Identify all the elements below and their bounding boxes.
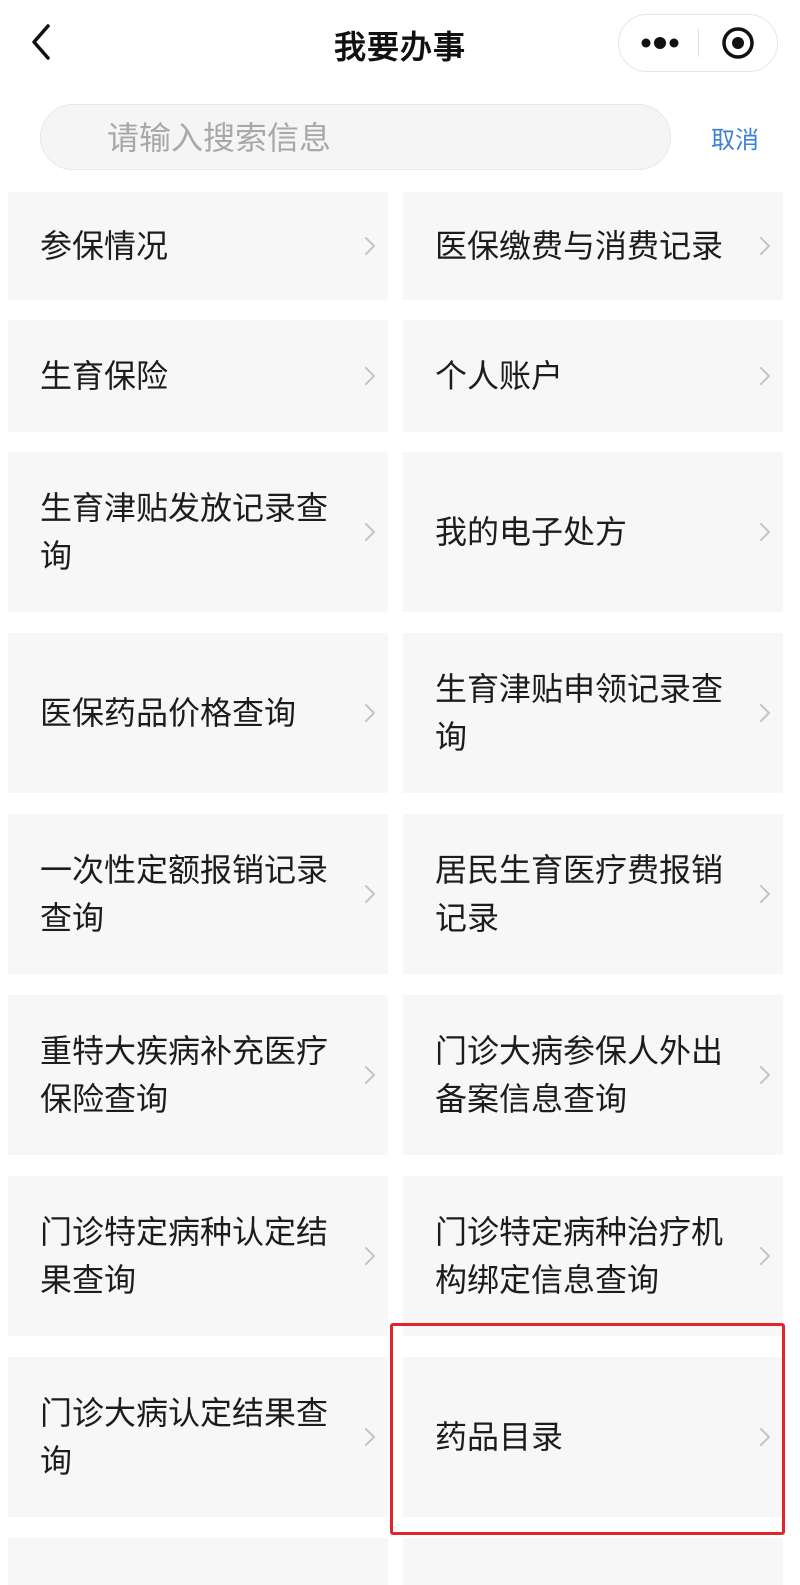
- chevron-right-icon: [365, 367, 375, 385]
- chevron-right-icon: [760, 1066, 770, 1084]
- service-card[interactable]: 药品目录: [403, 1357, 783, 1517]
- service-card-partial[interactable]: [403, 1538, 783, 1585]
- chevron-right-icon: [760, 237, 770, 255]
- service-card[interactable]: 医保缴费与消费记录: [403, 192, 783, 300]
- chevron-right-icon: [760, 1247, 770, 1265]
- service-label: 医保药品价格查询: [40, 694, 297, 732]
- service-label: 药品目录: [435, 1418, 564, 1456]
- more-button[interactable]: [619, 15, 698, 71]
- chevron-right-icon: [760, 523, 770, 541]
- service-card-partial[interactable]: [8, 1538, 388, 1585]
- chevron-right-icon: [365, 704, 375, 722]
- target-close-icon: [722, 27, 754, 59]
- service-label: 生育津贴发放记录查询: [40, 489, 329, 575]
- chevron-right-icon: [760, 367, 770, 385]
- service-card[interactable]: 一次性定额报销记录查询: [8, 814, 388, 974]
- service-label: 重特大疾病补充医疗保险查询: [40, 1032, 329, 1118]
- service-label: 门诊大病参保人外出备案信息查询: [435, 1032, 724, 1118]
- service-card[interactable]: 门诊大病认定结果查询: [8, 1357, 388, 1517]
- capsule-menu: [618, 14, 778, 72]
- service-card[interactable]: 参保情况: [8, 192, 388, 300]
- service-card[interactable]: 个人账户: [403, 320, 783, 432]
- chevron-right-icon: [760, 885, 770, 903]
- service-label: 门诊特定病种治疗机构绑定信息查询: [435, 1213, 724, 1299]
- service-card[interactable]: 重特大疾病补充医疗保险查询: [8, 995, 388, 1155]
- service-label: 我的电子处方: [435, 513, 628, 551]
- service-card[interactable]: 居民生育医疗费报销记录: [403, 814, 783, 974]
- cancel-button[interactable]: 取消: [700, 120, 770, 155]
- chevron-right-icon: [365, 1247, 375, 1265]
- chevron-right-icon: [365, 885, 375, 903]
- service-label: 一次性定额报销记录查询: [40, 851, 329, 937]
- service-card[interactable]: 生育保险: [8, 320, 388, 432]
- service-card[interactable]: 门诊特定病种治疗机构绑定信息查询: [403, 1176, 783, 1336]
- search-input[interactable]: [105, 115, 649, 161]
- service-label: 生育保险: [40, 357, 169, 395]
- chevron-right-icon: [365, 1428, 375, 1446]
- service-card[interactable]: 医保药品价格查询: [8, 633, 388, 793]
- chevron-right-icon: [365, 1066, 375, 1084]
- service-label: 医保缴费与消费记录: [435, 227, 724, 265]
- service-card[interactable]: 门诊特定病种认定结果查询: [8, 1176, 388, 1336]
- more-dots-icon: [641, 37, 679, 49]
- service-label: 门诊大病认定结果查询: [40, 1394, 329, 1480]
- nav-bar: 我要办事: [0, 0, 800, 86]
- service-label: 门诊特定病种认定结果查询: [40, 1213, 329, 1299]
- chevron-right-icon: [760, 704, 770, 722]
- chevron-right-icon: [760, 1428, 770, 1446]
- service-card[interactable]: 我的电子处方: [403, 452, 783, 612]
- chevron-right-icon: [365, 237, 375, 255]
- service-card[interactable]: 生育津贴申领记录查询: [403, 633, 783, 793]
- service-card[interactable]: 门诊大病参保人外出备案信息查询: [403, 995, 783, 1155]
- service-card[interactable]: 生育津贴发放记录查询: [8, 452, 388, 612]
- service-label: 参保情况: [40, 227, 169, 265]
- service-label: 生育津贴申领记录查询: [435, 670, 724, 756]
- search-box[interactable]: [40, 104, 671, 170]
- service-label: 居民生育医疗费报销记录: [435, 851, 724, 937]
- close-button[interactable]: [699, 15, 777, 71]
- chevron-right-icon: [365, 523, 375, 541]
- service-label: 个人账户: [435, 357, 564, 395]
